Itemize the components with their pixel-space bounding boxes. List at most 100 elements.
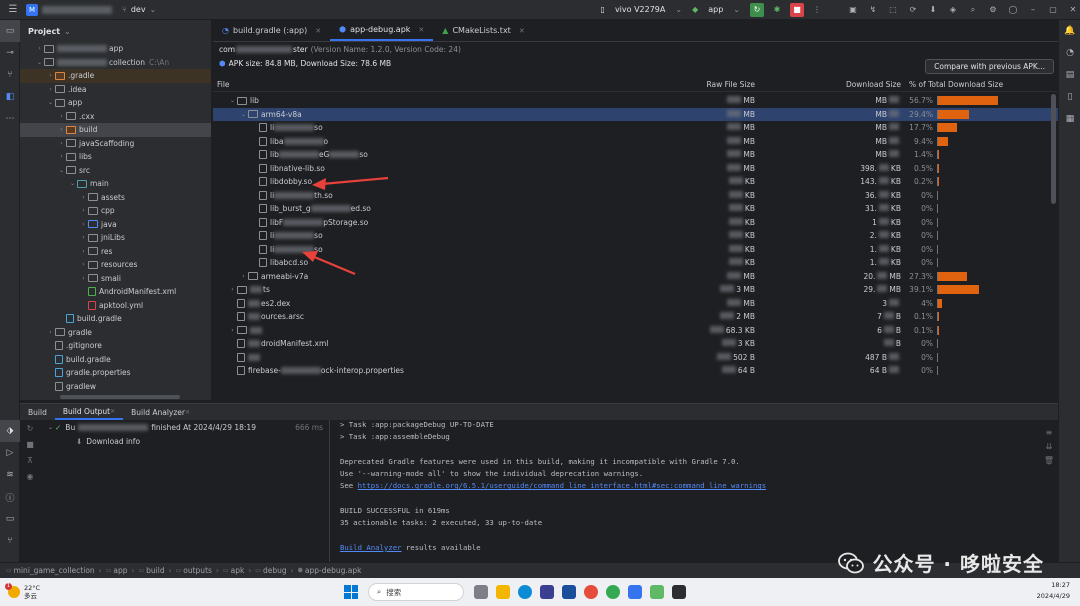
sdk-manager-icon[interactable]: ⬇ <box>926 3 940 17</box>
stop-icon[interactable]: ■ <box>790 2 804 17</box>
build-tool-icon[interactable]: ⬗ <box>0 420 20 442</box>
apk-entry-row[interactable]: es2.dex MB 3 4% <box>213 297 1058 311</box>
tree-item[interactable]: › resources <box>20 258 211 272</box>
close-icon[interactable]: ✕ <box>519 27 525 35</box>
editor-tab[interactable]: ▲ CMakeLists.txt ✕ <box>433 20 533 41</box>
compare-apk-button[interactable]: Compare with previous APK... <box>925 59 1054 74</box>
chevron-right-icon[interactable]: › <box>79 194 88 201</box>
app-icon[interactable] <box>474 585 488 599</box>
tree-item[interactable]: › javaScaffoding <box>20 137 211 151</box>
tree-item[interactable]: › smali <box>20 272 211 286</box>
rerun-build-icon[interactable]: ↻ <box>20 420 40 436</box>
build-panel-tab[interactable]: Build <box>20 404 55 420</box>
tree-item[interactable]: ⌄ src <box>20 164 211 178</box>
build-tree-row[interactable]: ⬇ Download info <box>40 434 329 448</box>
tree-item[interactable]: AndroidManifest.xml <box>20 285 211 299</box>
breadcrumb-item[interactable]: apk <box>231 566 245 575</box>
more-tools-icon[interactable]: ⋯ <box>0 108 20 130</box>
settings-icon[interactable]: ⚙ <box>986 3 1000 17</box>
chevron-down-icon[interactable]: ⌄ <box>228 97 237 104</box>
file-explorer-icon[interactable] <box>496 585 510 599</box>
project-tool-icon[interactable]: ▭ <box>0 20 20 42</box>
apk-entry-row[interactable]: › armeabi-v7a MB 20. MB 27.3% <box>213 270 1058 284</box>
account-icon[interactable]: ◯ <box>1006 3 1020 17</box>
tree-item[interactable]: apktool.yml <box>20 299 211 313</box>
editor-tab[interactable]: ⬢ app-debug.apk ✕ <box>330 20 434 41</box>
apk-entry-row[interactable]: libabcd.so KB 1. KB 0% <box>213 256 1058 270</box>
apk-entry-row[interactable]: li th.so KB 36. KB 0% <box>213 189 1058 203</box>
chevron-right-icon[interactable]: › <box>35 45 44 52</box>
apk-entry-row[interactable]: firebase-ock-interop.properties 64 B 64 B 0… <box>213 364 1058 378</box>
gradle-icon[interactable]: ◔ <box>1059 42 1080 64</box>
filter-icon[interactable]: ◉ <box>20 468 40 484</box>
apk-entry-row[interactable]: lib_burst_g ed.so KB 31. KB 0% <box>213 202 1058 216</box>
apk-entry-row[interactable]: › ts 3 MB 29. MB 39.1% <box>213 283 1058 297</box>
profiler-icon[interactable]: ↯ <box>866 3 880 17</box>
chevron-down-icon[interactable]: ⌄ <box>46 424 55 431</box>
apk-entry-row[interactable]: 502 B 487 B 0% <box>213 351 1058 365</box>
logcat-tool-icon[interactable]: ≋ <box>0 464 20 486</box>
tree-item[interactable]: › res <box>20 245 211 259</box>
pin-icon[interactable]: ⊼ <box>20 452 40 468</box>
tree-item[interactable]: gradlew <box>20 380 211 394</box>
tree-item[interactable]: › libs <box>20 150 211 164</box>
apk-entry-row[interactable]: libdobby.so KB 143. KB 0.2% <box>213 175 1058 189</box>
close-icon[interactable]: ✕ <box>185 409 190 416</box>
breadcrumb-item[interactable]: debug <box>263 566 287 575</box>
main-menu-icon[interactable]: ☰ <box>0 0 26 20</box>
emulator-icon[interactable]: ▦ <box>1059 108 1080 130</box>
more-icon[interactable]: ⋮ <box>810 3 824 17</box>
apk-entry-row[interactable]: li so KB 1. KB 0% <box>213 243 1058 257</box>
wrap-icon[interactable]: ≡ <box>1040 428 1058 442</box>
tree-item[interactable]: › cpp <box>20 204 211 218</box>
breadcrumb-item[interactable]: app <box>113 566 127 575</box>
chevron-down-icon[interactable]: ⌄ <box>35 59 44 66</box>
apk-entry-row[interactable]: lib eG so MB MB 1.4% <box>213 148 1058 162</box>
chevron-right-icon[interactable]: › <box>79 207 88 214</box>
column-raw-size[interactable]: Raw File Size <box>673 80 761 89</box>
tree-item[interactable]: build.gradle <box>20 312 211 326</box>
git-tool-icon[interactable]: ⑂ <box>0 530 20 552</box>
commit-tool-icon[interactable]: ⊸ <box>0 42 20 64</box>
tree-item[interactable]: › app <box>20 42 211 56</box>
chevron-right-icon[interactable]: › <box>57 140 66 147</box>
run-config-selector[interactable]: app <box>708 5 723 14</box>
tree-item[interactable]: ⌄ collection C:\An <box>20 56 211 70</box>
project-panel-scrollbar[interactable] <box>60 395 180 399</box>
android-studio-icon[interactable] <box>628 585 642 599</box>
chevron-right-icon[interactable]: › <box>228 286 237 293</box>
apk-entry-row[interactable]: liba o MB MB 9.4% <box>213 135 1058 149</box>
vcs-tool-icon[interactable]: ⑂ <box>0 64 20 86</box>
apk-entry-row[interactable]: libF pStorage.so KB 1 KB 0% <box>213 216 1058 230</box>
tree-item[interactable]: .gitignore <box>20 339 211 353</box>
column-percent[interactable]: % of Total Download Size <box>903 80 1003 89</box>
tree-item[interactable]: › .cxx <box>20 110 211 124</box>
breadcrumb-item[interactable]: mini_game_collection <box>14 566 95 575</box>
apk-entry-row[interactable]: li so MB MB 17.7% <box>213 121 1058 135</box>
maximize-icon[interactable]: ▢ <box>1046 3 1060 17</box>
tree-item[interactable]: build.gradle <box>20 353 211 367</box>
scrollbar-thumb[interactable] <box>1051 94 1056 204</box>
layout-inspector-icon[interactable]: ⬚ <box>886 3 900 17</box>
apk-table-scrollbar[interactable] <box>1051 92 1056 372</box>
tree-item[interactable]: › assets <box>20 191 211 205</box>
editor-tab[interactable]: ◔ build.gradle (:app) ✕ <box>213 20 330 41</box>
chevron-right-icon[interactable]: › <box>79 261 88 268</box>
chevron-right-icon[interactable]: › <box>46 329 55 336</box>
weather-widget[interactable]: 1 22°C 多云 <box>0 583 330 600</box>
project-badge[interactable]: M <box>26 3 38 16</box>
chevron-right-icon[interactable]: › <box>239 273 248 280</box>
chevron-right-icon[interactable]: › <box>57 153 66 160</box>
android-sdk-icon[interactable]: ◈ <box>946 3 960 17</box>
system-clock[interactable]: 18:27 2024/4/29 <box>1037 580 1070 602</box>
run-tool-icon[interactable]: ▷ <box>0 442 20 464</box>
breadcrumb-item[interactable]: app-debug.apk <box>305 566 362 575</box>
column-download-size[interactable]: Download Size <box>761 80 903 89</box>
store-icon[interactable] <box>540 585 554 599</box>
app-icon[interactable] <box>650 585 664 599</box>
sync-icon[interactable]: ⟳ <box>906 3 920 17</box>
tree-item[interactable]: › gradle <box>20 326 211 340</box>
device-selector[interactable]: vivo V2279A <box>615 5 665 14</box>
tree-item[interactable]: › build <box>20 123 211 137</box>
close-icon[interactable]: ✕ <box>110 408 115 415</box>
